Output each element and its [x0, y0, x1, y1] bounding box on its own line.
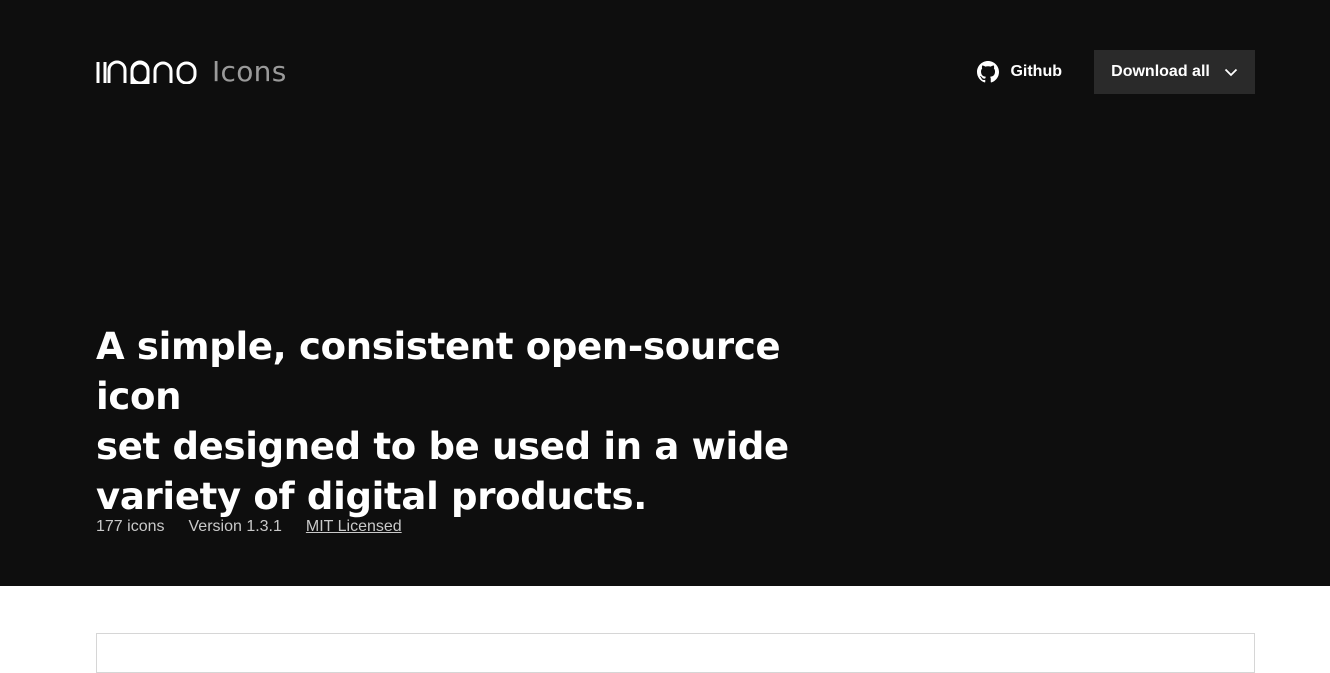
license-link[interactable]: MIT Licensed — [306, 518, 402, 536]
mono-logo-mark — [96, 60, 197, 84]
icon-count: 177 icons — [96, 518, 165, 535]
headline-line-3: variety of digital products. — [96, 475, 648, 518]
headline-line-2: set designed to be used in a wide — [96, 425, 789, 468]
github-icon — [977, 61, 1000, 83]
version-label: Version 1.3.1 — [188, 518, 282, 535]
top-nav: Github Download all — [977, 50, 1255, 94]
download-all-label: Download all — [1111, 63, 1210, 80]
hero-section: Icons Github Download all A simple, cons… — [0, 0, 1330, 586]
search-panel-edge — [96, 633, 1255, 673]
site-logo[interactable]: Icons — [96, 58, 287, 86]
headline-line-1: A simple, consistent open-source icon — [96, 325, 781, 418]
github-label: Github — [1010, 63, 1062, 80]
hero-headline: A simple, consistent open-source icon se… — [96, 322, 836, 522]
github-link[interactable]: Github — [977, 61, 1062, 83]
download-all-button[interactable]: Download all — [1094, 50, 1255, 94]
chevron-down-icon — [1224, 68, 1237, 77]
brand-word: Icons — [212, 55, 287, 88]
hero-meta: 177 icons Version 1.3.1 MIT Licensed — [96, 518, 402, 536]
